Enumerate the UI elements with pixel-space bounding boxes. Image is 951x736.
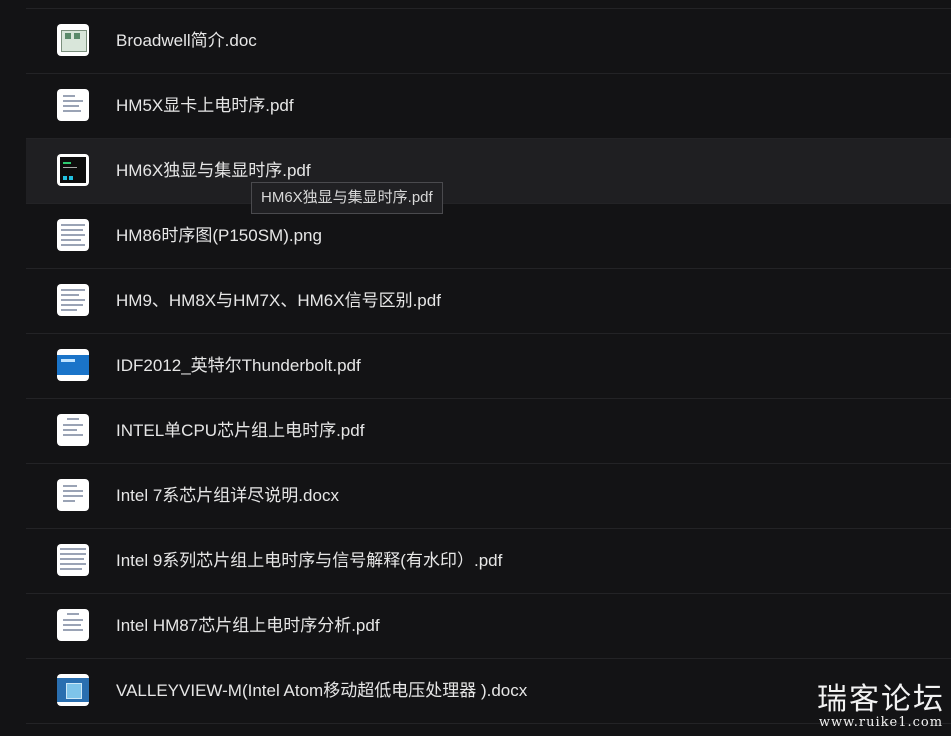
file-name: VALLEYVIEW-M(Intel Atom移动超低电压处理器 ).docx bbox=[116, 681, 528, 700]
file-row[interactable]: HM6X独显与集显时序.pdf bbox=[26, 139, 951, 204]
site-watermark-logo: 瑞客论坛 www.ruike1.com bbox=[817, 684, 945, 730]
file-row[interactable]: VALLEYVIEW-M(Intel Atom移动超低电压处理器 ).docx bbox=[26, 659, 951, 724]
file-name: Intel 9系列芯片组上电时序与信号解释(有水印）.pdf bbox=[116, 551, 503, 570]
file-row[interactable]: HM9、HM8X与HM7X、HM6X信号区别.pdf bbox=[26, 269, 951, 334]
file-row[interactable]: HM86时序图(P150SM).png bbox=[26, 204, 951, 269]
file-name: INTEL单CPU芯片组上电时序.pdf bbox=[116, 421, 365, 440]
file-name: HM86时序图(P150SM).png bbox=[116, 226, 322, 245]
file-thumbnail-icon bbox=[57, 89, 89, 121]
file-thumbnail-icon bbox=[57, 414, 89, 446]
file-thumbnail-icon bbox=[57, 674, 89, 706]
file-name: HM6X独显与集显时序.pdf bbox=[116, 161, 311, 180]
file-thumbnail-icon bbox=[57, 544, 89, 576]
file-row[interactable]: INTEL单CPU芯片组上电时序.pdf bbox=[26, 399, 951, 464]
file-name: Intel 7系芯片组详尽说明.docx bbox=[116, 486, 339, 505]
file-thumbnail-icon bbox=[57, 24, 89, 56]
file-thumbnail-icon bbox=[57, 284, 89, 316]
file-name: Intel HM87芯片组上电时序分析.pdf bbox=[116, 616, 380, 635]
file-name: HM9、HM8X与HM7X、HM6X信号区别.pdf bbox=[116, 291, 441, 310]
file-name: HM5X显卡上电时序.pdf bbox=[116, 96, 294, 115]
file-row[interactable]: Intel 7系芯片组详尽说明.docx bbox=[26, 464, 951, 529]
filename-tooltip: HM6X独显与集显时序.pdf bbox=[251, 182, 443, 214]
watermark-title: 瑞客论坛 bbox=[817, 682, 945, 717]
file-row[interactable]: IDF2012_英特尔Thunderbolt.pdf bbox=[26, 334, 951, 399]
file-thumbnail-icon bbox=[57, 609, 89, 641]
file-thumbnail-icon bbox=[57, 479, 89, 511]
file-row[interactable]: Intel 9系列芯片组上电时序与信号解释(有水印）.pdf bbox=[26, 529, 951, 594]
file-row[interactable]: Intel HM87芯片组上电时序分析.pdf bbox=[26, 594, 951, 659]
file-row[interactable]: HM5X显卡上电时序.pdf bbox=[26, 74, 951, 139]
file-thumbnail-icon bbox=[57, 349, 89, 381]
file-row[interactable]: Broadwell简介.doc bbox=[26, 9, 951, 74]
file-name: IDF2012_英特尔Thunderbolt.pdf bbox=[116, 356, 361, 375]
file-name: Broadwell简介.doc bbox=[116, 31, 257, 50]
watermark-url: www.ruike1.com bbox=[818, 715, 944, 730]
file-thumbnail-icon bbox=[57, 154, 89, 186]
file-thumbnail-icon bbox=[57, 219, 89, 251]
file-list: Broadwell简介.doc HM5X显卡上电时序.pdf HM6X独显与集显… bbox=[26, 8, 951, 724]
